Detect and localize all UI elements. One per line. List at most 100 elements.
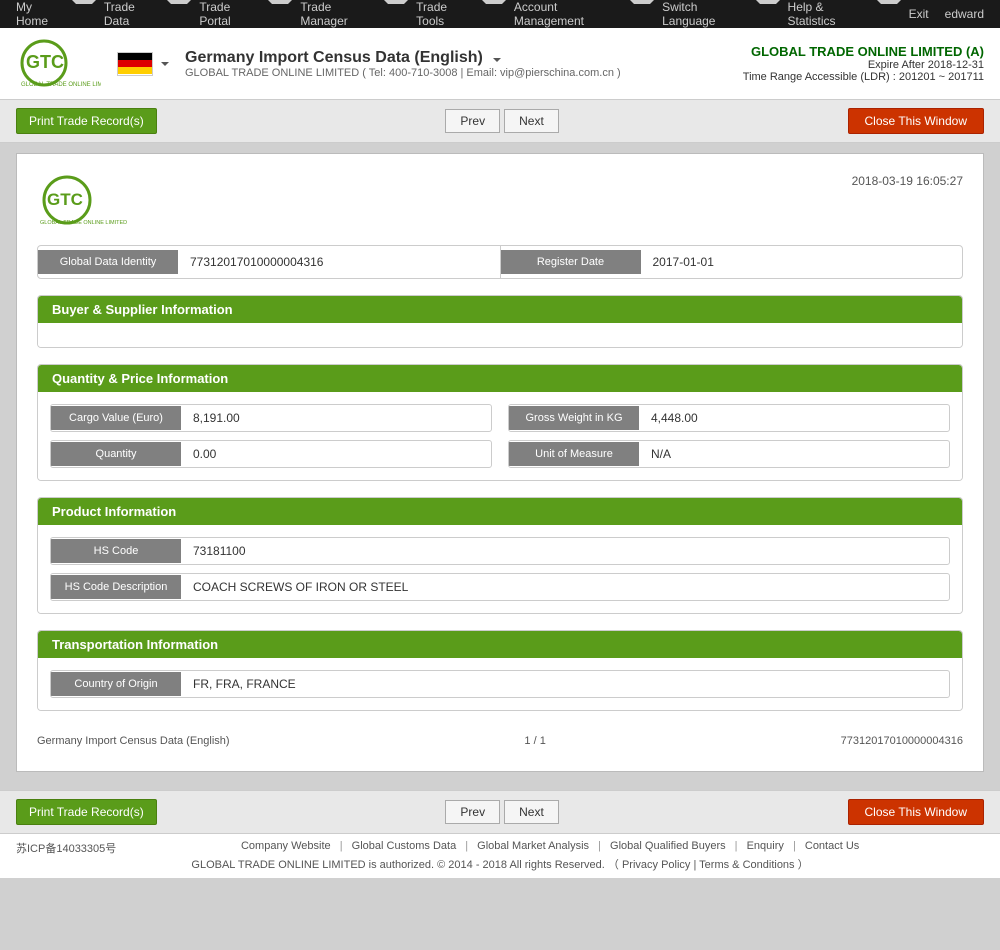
- main-content: GTC GLOBAL TRADE ONLINE LIMITED 2018-03-…: [0, 143, 1000, 790]
- product-info-section: Product Information HS Code 73181100 HS …: [37, 497, 963, 614]
- record-card: GTC GLOBAL TRADE ONLINE LIMITED 2018-03-…: [16, 153, 984, 772]
- chevron-down-icon: [72, 0, 96, 28]
- record-logo: GTC GLOBAL TRADE ONLINE LIMITED: [37, 174, 127, 229]
- register-date-field: Register Date 2017-01-01: [501, 249, 963, 275]
- nav-trade-manager[interactable]: Trade Manager: [292, 0, 408, 28]
- svg-text:GLOBAL TRADE ONLINE LIMITED: GLOBAL TRADE ONLINE LIMITED: [40, 220, 127, 226]
- country-origin-label: Country of Origin: [51, 672, 181, 696]
- footer-link-customs[interactable]: Global Customs Data: [352, 840, 457, 852]
- chevron-down-icon: [482, 0, 506, 28]
- quantity-price-section: Quantity & Price Information Cargo Value…: [37, 364, 963, 481]
- record-footer: Germany Import Census Data (English) 1 /…: [37, 727, 963, 751]
- page-footer: 苏ICP备14033305号 Company Website | Global …: [0, 833, 1000, 878]
- hs-code-value: 73181100: [181, 538, 949, 564]
- nav-account-management[interactable]: Account Management: [506, 0, 654, 28]
- icp-number: 苏ICP备14033305号: [16, 840, 116, 856]
- footer-link-company[interactable]: Company Website: [241, 840, 331, 852]
- germany-flag: [117, 52, 153, 76]
- prev-button-bottom[interactable]: Prev: [445, 800, 500, 824]
- quantity-price-row1: Cargo Value (Euro) 8,191.00 Gross Weight…: [50, 404, 950, 432]
- top-navigation: My Home Trade Data Trade Portal Trade Ma…: [0, 0, 1000, 28]
- hs-code-desc-field: HS Code Description COACH SCREWS OF IRON…: [50, 573, 950, 601]
- quantity-field: Quantity 0.00: [50, 440, 492, 468]
- gross-weight-field: Gross Weight in KG 4,448.00: [508, 404, 950, 432]
- global-data-value: 77312017010000004316: [178, 249, 500, 275]
- time-range-info: Time Range Accessible (LDR) : 201201 ~ 2…: [743, 71, 984, 83]
- country-origin-value: FR, FRA, FRANCE: [181, 671, 949, 697]
- page-header: GTC GLOBAL TRADE ONLINE LIMITED Germany …: [0, 28, 1000, 100]
- language-flag[interactable]: [117, 52, 169, 76]
- global-data-label: Global Data Identity: [38, 250, 178, 274]
- footer-id: 77312017010000004316: [841, 735, 963, 747]
- chevron-down-icon: [268, 0, 292, 28]
- identity-row: Global Data Identity 7731201701000000431…: [37, 245, 963, 279]
- chevron-down-icon: [384, 0, 408, 28]
- buyer-supplier-header: Buyer & Supplier Information: [38, 296, 962, 323]
- gtc-logo-image: GTC GLOBAL TRADE ONLINE LIMITED: [16, 36, 101, 91]
- footer-link-buyers[interactable]: Global Qualified Buyers: [610, 840, 726, 852]
- cargo-value-value: 8,191.00: [181, 405, 491, 431]
- flag-chevron-icon: [161, 62, 169, 66]
- next-button-top[interactable]: Next: [504, 109, 559, 133]
- exit-link[interactable]: Exit: [901, 7, 937, 21]
- cargo-value-label: Cargo Value (Euro): [51, 406, 181, 430]
- print-button-top[interactable]: Print Trade Record(s): [16, 108, 157, 134]
- expire-info: Expire After 2018-12-31: [743, 59, 984, 71]
- hs-code-label: HS Code: [51, 539, 181, 563]
- header-subtitle: GLOBAL TRADE ONLINE LIMITED ( Tel: 400-7…: [185, 67, 621, 79]
- hs-code-desc-label: HS Code Description: [51, 575, 181, 599]
- top-toolbar: Print Trade Record(s) Prev Next Close Th…: [0, 100, 1000, 143]
- footer-title: Germany Import Census Data (English): [37, 735, 230, 747]
- nav-trade-portal[interactable]: Trade Portal: [191, 0, 292, 28]
- next-button-bottom[interactable]: Next: [504, 800, 559, 824]
- unit-of-measure-label: Unit of Measure: [509, 442, 639, 466]
- gross-weight-value: 4,448.00: [639, 405, 949, 431]
- buyer-supplier-body: [38, 323, 962, 347]
- nav-trade-tools[interactable]: Trade Tools: [408, 0, 506, 28]
- prev-button-top[interactable]: Prev: [445, 109, 500, 133]
- title-dropdown-icon[interactable]: [489, 51, 501, 65]
- record-timestamp: 2018-03-19 16:05:27: [852, 174, 963, 188]
- global-data-field: Global Data Identity 7731201701000000431…: [38, 249, 500, 275]
- chevron-down-icon: [630, 0, 654, 28]
- footer-link-contact[interactable]: Contact Us: [805, 840, 859, 852]
- quantity-price-body: Cargo Value (Euro) 8,191.00 Gross Weight…: [38, 392, 962, 480]
- transportation-section: Transportation Information Country of Or…: [37, 630, 963, 711]
- svg-text:GTC: GTC: [47, 190, 83, 209]
- chevron-down-icon: [756, 0, 780, 28]
- transportation-header: Transportation Information: [38, 631, 962, 658]
- hs-code-row: HS Code 73181100: [50, 537, 950, 565]
- register-date-value: 2017-01-01: [641, 249, 963, 275]
- nav-my-home[interactable]: My Home: [8, 0, 96, 28]
- hs-code-desc-row: HS Code Description COACH SCREWS OF IRON…: [50, 573, 950, 601]
- footer-links: 苏ICP备14033305号 Company Website | Global …: [16, 840, 984, 852]
- unit-of-measure-field: Unit of Measure N/A: [508, 440, 950, 468]
- hs-code-desc-value: COACH SCREWS OF IRON OR STEEL: [181, 574, 949, 600]
- transportation-body: Country of Origin FR, FRA, FRANCE: [38, 658, 962, 710]
- unit-of-measure-value: N/A: [639, 441, 949, 467]
- nav-help-statistics[interactable]: Help & Statistics: [780, 0, 901, 28]
- close-button-bottom[interactable]: Close This Window: [848, 799, 984, 825]
- gross-weight-label: Gross Weight in KG: [509, 406, 639, 430]
- quantity-label: Quantity: [51, 442, 181, 466]
- country-origin-row: Country of Origin FR, FRA, FRANCE: [50, 670, 950, 698]
- nav-switch-language[interactable]: Switch Language: [654, 0, 779, 28]
- svg-text:GTC: GTC: [26, 52, 64, 72]
- country-origin-field: Country of Origin FR, FRA, FRANCE: [50, 670, 950, 698]
- hs-code-field: HS Code 73181100: [50, 537, 950, 565]
- close-button-top[interactable]: Close This Window: [848, 108, 984, 134]
- page-title: Germany Import Census Data (English): [185, 49, 483, 67]
- footer-link-enquiry[interactable]: Enquiry: [747, 840, 784, 852]
- header-right-info: GLOBAL TRADE ONLINE LIMITED (A) Expire A…: [743, 44, 984, 83]
- nav-trade-data[interactable]: Trade Data: [96, 0, 191, 28]
- chevron-down-icon: [877, 0, 901, 28]
- svg-text:GLOBAL TRADE ONLINE LIMITED: GLOBAL TRADE ONLINE LIMITED: [21, 82, 101, 88]
- record-logo-image: GTC GLOBAL TRADE ONLINE LIMITED: [37, 174, 127, 229]
- buyer-supplier-section: Buyer & Supplier Information: [37, 295, 963, 348]
- bottom-toolbar: Print Trade Record(s) Prev Next Close Th…: [0, 790, 1000, 833]
- footer-link-market[interactable]: Global Market Analysis: [477, 840, 589, 852]
- print-button-bottom[interactable]: Print Trade Record(s): [16, 799, 157, 825]
- user-info: edward: [937, 7, 992, 21]
- copyright-text: GLOBAL TRADE ONLINE LIMITED is authorize…: [16, 856, 984, 872]
- company-name: GLOBAL TRADE ONLINE LIMITED (A): [743, 44, 984, 59]
